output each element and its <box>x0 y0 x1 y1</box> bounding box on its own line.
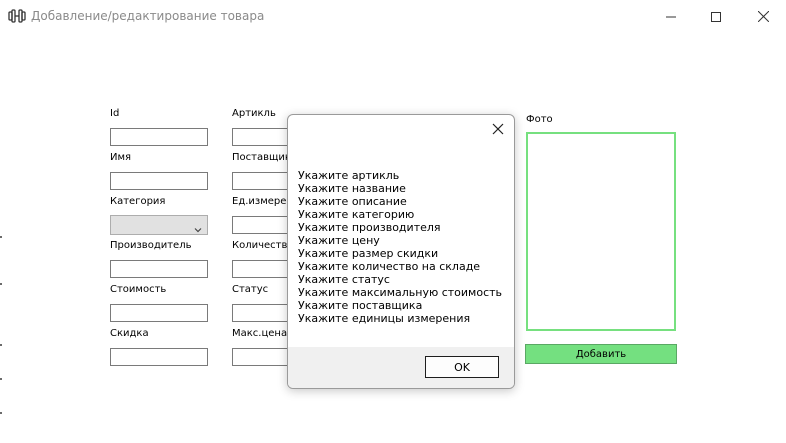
window-close-button[interactable] <box>740 0 786 32</box>
message-line: Укажите описание <box>298 195 407 208</box>
maximize-button[interactable] <box>693 0 739 32</box>
quantity-label: Количество <box>232 240 294 251</box>
message-line: Укажите производителя <box>298 221 441 234</box>
cost-label: Стоимость <box>110 284 167 295</box>
message-line: Укажите цену <box>298 234 380 247</box>
edge-mark <box>0 236 2 238</box>
id-label: Id <box>110 108 120 119</box>
message-line: Укажите количество на складе <box>298 260 481 273</box>
manufacturer-label: Производитель <box>110 240 192 251</box>
title-bar: Добавление/редактирование товара <box>0 0 786 32</box>
ok-button[interactable]: OK <box>425 356 499 378</box>
window-title: Добавление/редактирование товара <box>31 9 265 23</box>
minimize-button[interactable] <box>648 0 694 32</box>
dialog-footer: OK <box>288 347 514 388</box>
discount-input[interactable] <box>110 348 208 366</box>
close-icon <box>492 123 504 135</box>
minimize-icon <box>666 7 676 26</box>
message-line: Укажите название <box>298 182 406 195</box>
message-line: Укажите статус <box>298 273 390 286</box>
validation-dialog: Укажите артикль Укажите название Укажите… <box>287 114 515 389</box>
maximize-icon <box>711 7 721 26</box>
manufacturer-input[interactable] <box>110 260 208 278</box>
message-line: Укажите единицы измерения <box>298 312 471 325</box>
supplier-label: Поставщик <box>232 152 291 163</box>
edge-mark <box>0 283 2 285</box>
discount-label: Скидка <box>110 328 149 339</box>
category-label: Категория <box>110 196 166 207</box>
name-input[interactable] <box>110 172 208 190</box>
edge-mark <box>0 412 2 414</box>
message-line: Укажите категорию <box>298 208 415 221</box>
add-button[interactable]: Добавить <box>525 344 677 364</box>
dumbbell-icon <box>8 8 26 24</box>
max-price-label: Макс.цена <box>232 328 288 339</box>
chevron-down-icon <box>193 220 203 233</box>
edge-mark <box>0 344 2 346</box>
name-label: Имя <box>110 152 132 163</box>
cost-input[interactable] <box>110 304 208 322</box>
category-select[interactable] <box>110 215 208 235</box>
photo-label: Фото <box>526 114 553 125</box>
message-line: Укажите размер скидки <box>298 247 439 260</box>
article-label: Артикль <box>232 108 276 119</box>
message-line: Укажите максимальную стоимость <box>298 286 503 299</box>
dialog-message: Укажите артикль Укажите название Укажите… <box>298 169 502 325</box>
status-label: Статус <box>232 284 269 295</box>
photo-preview[interactable] <box>526 132 676 331</box>
message-line: Укажите поставщика <box>298 299 423 312</box>
edge-mark <box>0 378 2 380</box>
message-line: Укажите артикль <box>298 169 400 182</box>
dialog-close-button[interactable] <box>490 121 506 137</box>
close-icon <box>757 7 769 26</box>
id-input[interactable] <box>110 128 208 146</box>
